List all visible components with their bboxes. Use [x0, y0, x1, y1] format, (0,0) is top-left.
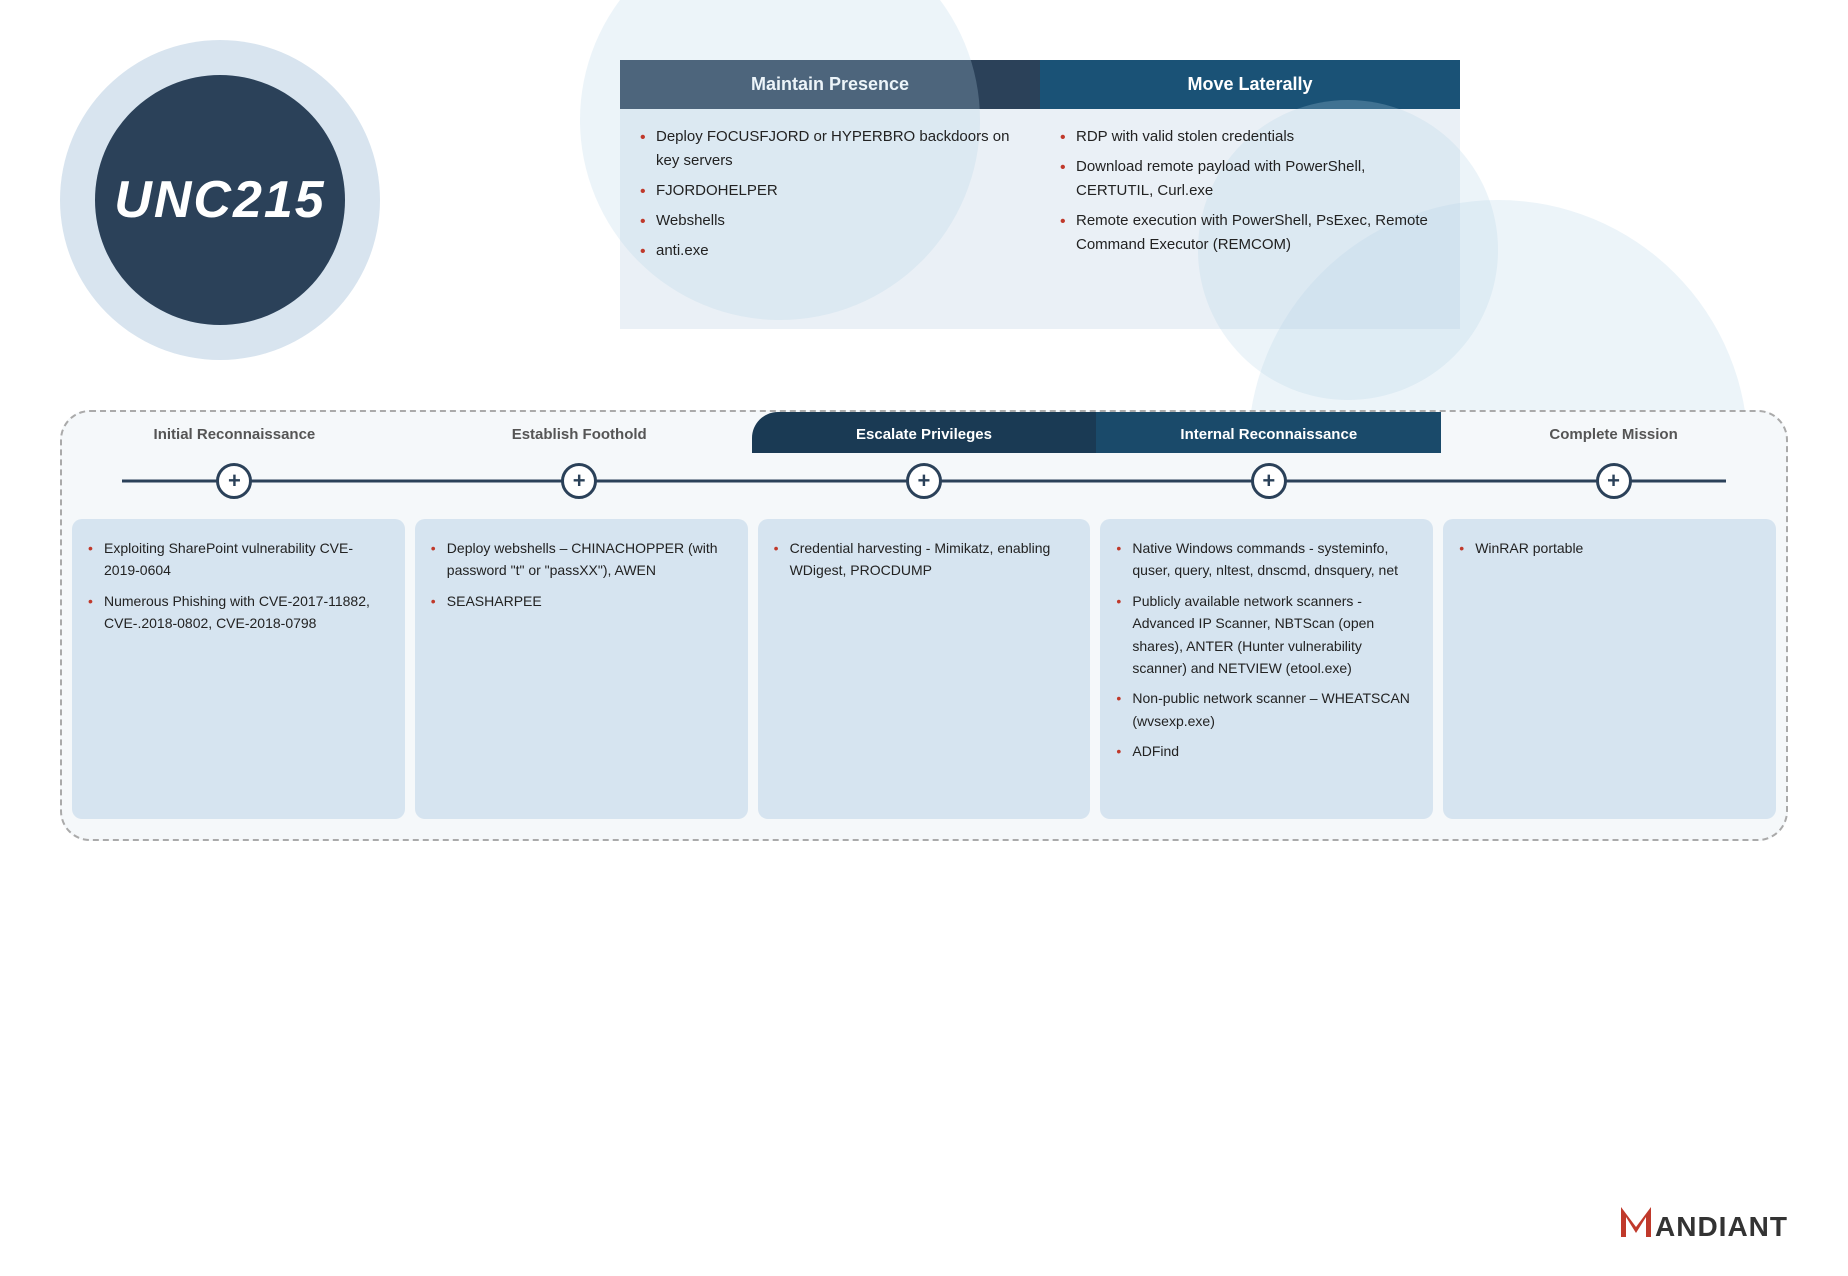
logo-container: UNC215 [60, 40, 380, 360]
move-item-3: Remote execution with PowerShell, PsExec… [1060, 209, 1440, 257]
mandiant-logo: ANDIANT [1621, 1207, 1788, 1246]
card-complete-mission: WinRAR portable [1443, 519, 1776, 819]
plus-circle-4: + [1596, 463, 1632, 499]
card-establish-foothold: Deploy webshells – CHINACHOPPER (with pa… [415, 519, 748, 819]
plus-circle-1: + [561, 463, 597, 499]
logo-main-circle: UNC215 [95, 75, 345, 325]
plus-circle-2: + [906, 463, 942, 499]
timeline-cards-row: Exploiting SharePoint vulnerability CVE-… [62, 519, 1786, 819]
timeline-section: Initial Reconnaissance Establish Foothol… [60, 410, 1788, 841]
maintain-item-3: Webshells [640, 209, 1020, 233]
complete-mission-header: Complete Mission [1441, 412, 1786, 453]
foothold-item-0: Deploy webshells – CHINACHOPPER (with pa… [431, 537, 732, 582]
col-initial-recon: Initial Reconnaissance [62, 412, 407, 453]
timeline-outer: Initial Reconnaissance Establish Foothol… [60, 410, 1788, 841]
internal-item-3: ADFind [1116, 740, 1417, 762]
card-escalate-privileges: Credential harvesting - Mimikatz, enabli… [758, 519, 1091, 819]
logo-text: UNC215 [114, 170, 325, 230]
move-laterally-header: Move Laterally [1040, 60, 1460, 109]
foothold-item-1: SEASHARPEE [431, 590, 732, 612]
move-item-2: Download remote payload with PowerShell,… [1060, 155, 1440, 203]
plus-circle-3: + [1251, 463, 1287, 499]
internal-recon-header: Internal Reconnaissance [1096, 412, 1441, 453]
initial-recon-item-0: Exploiting SharePoint vulnerability CVE-… [88, 537, 389, 582]
timeline-header-row: Initial Reconnaissance Establish Foothol… [62, 412, 1786, 453]
internal-item-0: Native Windows commands - systeminfo, qu… [1116, 537, 1417, 582]
escalate-item-0: Credential harvesting - Mimikatz, enabli… [774, 537, 1075, 582]
col-establish-foothold: Establish Foothold [407, 412, 752, 453]
plus-col-3: + [1096, 453, 1441, 509]
internal-item-1: Publicly available network scanners - Ad… [1116, 590, 1417, 680]
col-escalate-privileges: Escalate Privileges [752, 412, 1097, 453]
plus-col-4: + [1441, 453, 1786, 509]
establish-foothold-header: Establish Foothold [407, 412, 752, 453]
escalate-privileges-header: Escalate Privileges [752, 412, 1097, 453]
card-internal-recon: Native Windows commands - systeminfo, qu… [1100, 519, 1433, 819]
col-internal-recon: Internal Reconnaissance [1096, 412, 1441, 453]
plus-col-2: + [752, 453, 1097, 509]
mandiant-label: ANDIANT [1655, 1211, 1788, 1243]
card-initial-recon: Exploiting SharePoint vulnerability CVE-… [72, 519, 405, 819]
initial-recon-header: Initial Reconnaissance [62, 412, 407, 453]
maintain-item-4: anti.exe [640, 239, 1020, 263]
plus-circle-0: + [216, 463, 252, 499]
plus-col-0: + [62, 453, 407, 509]
col-complete-mission: Complete Mission [1441, 412, 1786, 453]
timeline-line-row: + + + + + [62, 453, 1786, 509]
move-item-1: RDP with valid stolen credentials [1060, 125, 1440, 149]
maintain-item-1: Deploy FOCUSFJORD or HYPERBRO backdoors … [640, 125, 1020, 173]
initial-recon-item-1: Numerous Phishing with CVE-2017-11882, C… [88, 590, 389, 635]
mandiant-m-icon [1621, 1207, 1651, 1246]
plus-col-1: + [407, 453, 752, 509]
maintain-item-2: FJORDOHELPER [640, 179, 1020, 203]
complete-item-0: WinRAR portable [1459, 537, 1760, 559]
internal-item-2: Non-public network scanner – WHEATSCAN (… [1116, 687, 1417, 732]
